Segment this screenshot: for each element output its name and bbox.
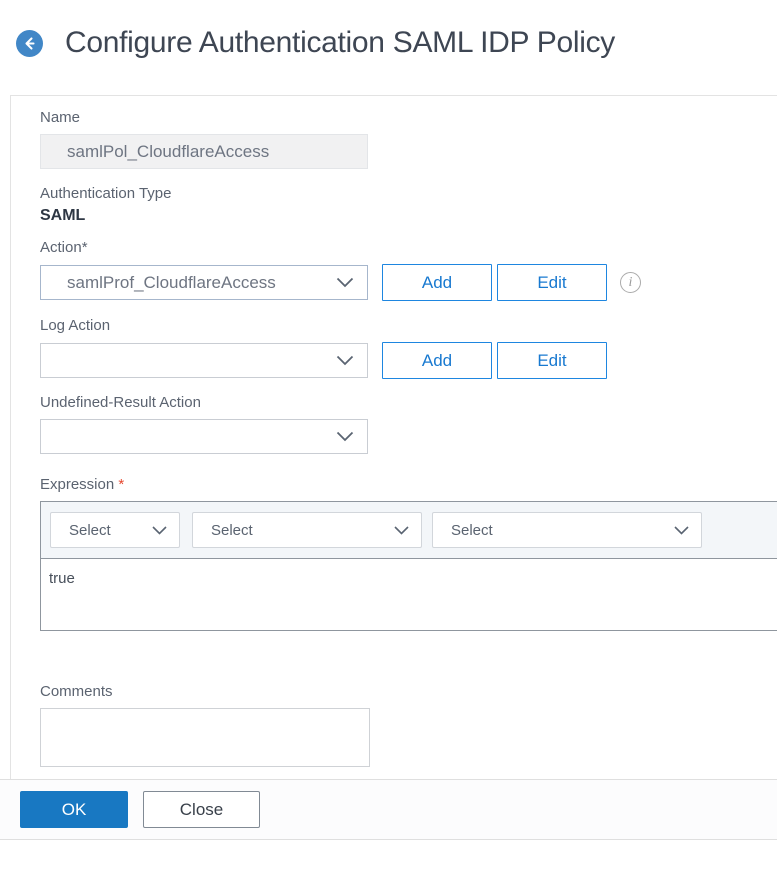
expression-toolbar: Select Select Select [41,502,777,559]
ok-button[interactable]: OK [20,791,128,828]
chevron-down-icon [336,277,354,288]
action-label: Action* [40,239,777,256]
action-add-button[interactable]: Add [382,264,492,301]
arrow-left-icon [22,36,37,51]
log-action-label: Log Action [40,317,777,334]
expression-select-1-value: Select [69,522,111,539]
expression-select-2-value: Select [211,522,253,539]
expression-select-3[interactable]: Select [432,512,702,548]
action-select-value: samlProf_CloudflareAccess [67,273,276,293]
log-action-row: Add Edit [40,342,777,379]
expression-editor[interactable]: true [41,559,777,630]
chevron-down-icon [394,526,409,535]
chevron-down-icon [152,526,167,535]
undefined-result-action-select[interactable] [40,419,368,454]
form-panel: Name samlPol_CloudflareAccess Authentica… [10,95,777,779]
comments-input[interactable] [40,708,370,767]
auth-type-value: SAML [40,206,777,225]
name-input: samlPol_CloudflareAccess [40,134,368,169]
expression-select-3-value: Select [451,522,493,539]
required-asterisk: * [118,476,124,493]
chevron-down-icon [336,431,354,442]
close-button[interactable]: Close [143,791,260,828]
chevron-down-icon [336,355,354,366]
undefined-result-action-label: Undefined-Result Action [40,394,777,411]
footer-bar: OK Close [0,779,777,840]
chevron-down-icon [674,526,689,535]
name-label: Name [40,109,777,126]
log-action-add-button[interactable]: Add [382,342,492,379]
expression-select-2[interactable]: Select [192,512,422,548]
action-row: samlProf_CloudflareAccess Add Edit i [40,264,777,301]
action-select[interactable]: samlProf_CloudflareAccess [40,265,368,300]
comments-label: Comments [40,683,777,700]
auth-type-label: Authentication Type [40,185,777,202]
action-edit-button[interactable]: Edit [497,264,607,301]
page-title: Configure Authentication SAML IDP Policy [65,26,615,60]
back-button[interactable] [16,30,43,57]
page-header: Configure Authentication SAML IDP Policy [16,26,615,60]
info-icon[interactable]: i [620,272,641,293]
expression-label: Expression * [40,476,777,493]
name-value: samlPol_CloudflareAccess [67,142,269,162]
expression-select-1[interactable]: Select [50,512,180,548]
log-action-edit-button[interactable]: Edit [497,342,607,379]
log-action-select[interactable] [40,343,368,378]
expression-builder: Select Select Select [40,501,777,631]
